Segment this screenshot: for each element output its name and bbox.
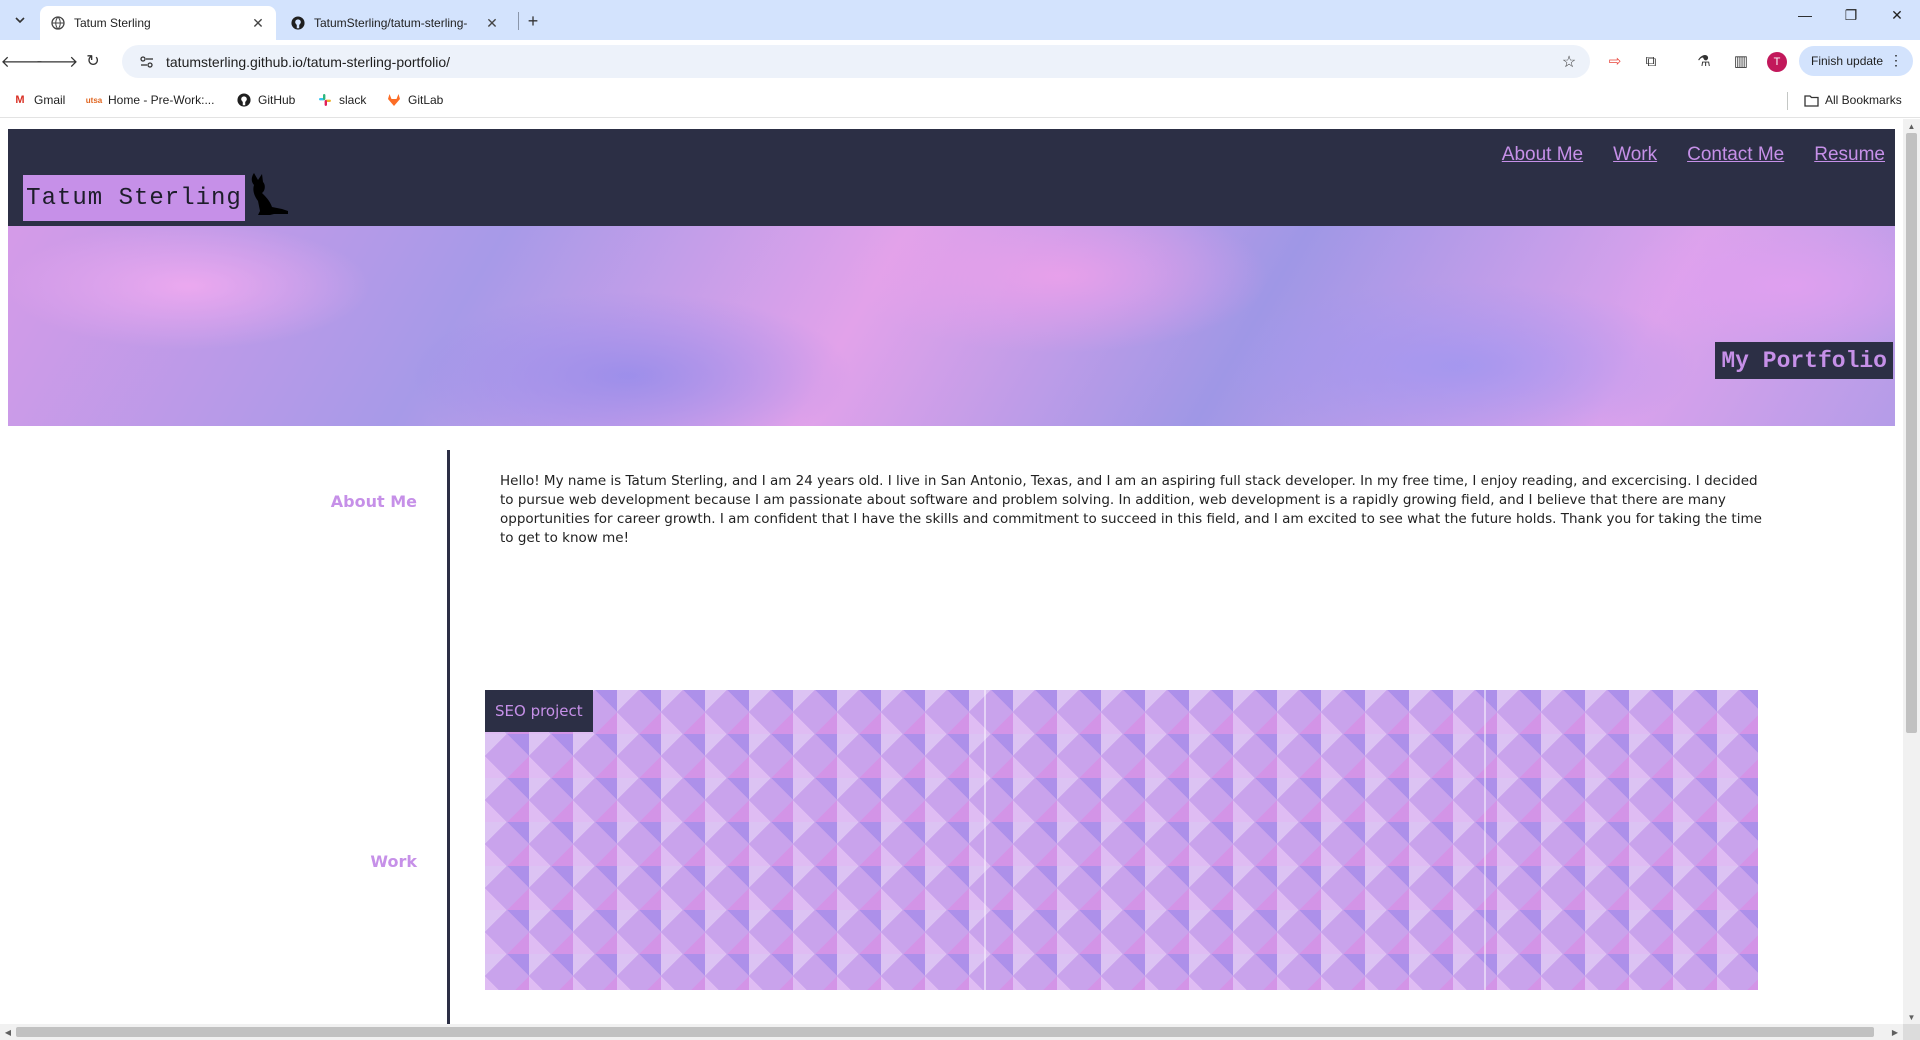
new-tab-button[interactable]: + <box>520 8 546 34</box>
tab-strip: Tatum Sterling ✕ TatumSterling/tatum-ste… <box>0 0 1920 40</box>
labs-flask-icon[interactable]: ⚗ <box>1692 49 1716 73</box>
slack-icon <box>317 92 333 108</box>
nav-link-about-me[interactable]: About Me <box>1502 144 1583 166</box>
horizontal-scrollbar[interactable]: ◀ ▶ <box>0 1024 1903 1040</box>
url-text: tatumsterling.github.io/tatum-sterling-p… <box>166 53 451 70</box>
site-header: Tatum Sterling About Me Work Contact Me … <box>8 129 1895 226</box>
tab-tatum-sterling[interactable]: Tatum Sterling ✕ <box>40 6 276 40</box>
bookmark-label: GitHub <box>258 93 296 107</box>
bookmarks-separator <box>1787 92 1788 110</box>
bookmark-label: Gmail <box>34 93 66 107</box>
scroll-up-arrow-icon[interactable]: ▲ <box>1903 119 1920 133</box>
profile-avatar[interactable]: T <box>1767 52 1787 72</box>
globe-icon <box>50 15 66 31</box>
site-logo: Tatum Sterling <box>23 175 245 221</box>
chevron-down-icon <box>15 17 25 24</box>
image-seam <box>984 690 986 990</box>
forward-button[interactable]: 🡒 <box>36 47 79 75</box>
bookmark-gmail[interactable]: M Gmail <box>12 90 65 110</box>
utsa-icon: utsa <box>85 95 103 105</box>
side-panel-icon[interactable]: ▥ <box>1729 49 1753 73</box>
github-icon <box>290 15 306 31</box>
browser-toolbar: 🡐 🡒 ↻ tatumsterling.github.io/tatum-ster… <box>0 40 1920 82</box>
work-project-card-seo[interactable]: SEO project <box>485 690 1758 990</box>
finish-update-label: Finish update <box>1811 54 1884 68</box>
hero-banner: My Portfolio <box>8 226 1895 426</box>
minimize-button[interactable]: — <box>1782 0 1828 30</box>
tab-title: Tatum Sterling <box>74 16 151 30</box>
bookmarks-bar: M Gmail utsa Home - Pre-Work:... GitHub … <box>0 82 1920 118</box>
main-nav: About Me Work Contact Me Resume <box>1502 144 1885 166</box>
bookmark-label: GitLab <box>408 93 444 107</box>
reload-button[interactable]: ↻ <box>79 47 107 75</box>
gitlab-icon <box>386 92 402 108</box>
restore-button[interactable]: ❐ <box>1828 0 1874 30</box>
close-icon[interactable]: ✕ <box>250 15 266 31</box>
tab-github-repo[interactable]: TatumSterling/tatum-sterling- ✕ <box>280 6 510 40</box>
bookmark-label: slack <box>339 93 367 107</box>
scroll-left-arrow-icon[interactable]: ◀ <box>0 1024 16 1040</box>
close-window-button[interactable]: ✕ <box>1874 0 1920 30</box>
address-bar[interactable]: tatumsterling.github.io/tatum-sterling-p… <box>122 45 1590 78</box>
bookmark-slack[interactable]: slack <box>317 90 366 110</box>
bookmark-gitlab[interactable]: GitLab <box>386 90 443 110</box>
image-seam <box>1484 690 1486 990</box>
gmail-icon: M <box>15 94 25 106</box>
nav-link-resume[interactable]: Resume <box>1814 144 1885 166</box>
scroll-right-arrow-icon[interactable]: ▶ <box>1887 1024 1903 1040</box>
scroll-down-arrow-icon[interactable]: ▼ <box>1903 1010 1920 1024</box>
vertical-scroll-thumb[interactable] <box>1906 133 1917 733</box>
horizontal-scroll-thumb[interactable] <box>16 1027 1874 1037</box>
more-menu-icon: ⋮ <box>1889 52 1903 68</box>
scrollbar-corner <box>1903 1024 1920 1040</box>
section-label-about-me: About Me <box>330 492 417 511</box>
bookmark-label: All Bookmarks <box>1825 93 1902 107</box>
bookmark-label: Home - Pre-Work:... <box>108 93 215 107</box>
page-viewport: Tatum Sterling About Me Work Contact Me … <box>0 119 1903 1024</box>
finish-update-button[interactable]: Finish update ⋮ <box>1799 46 1913 76</box>
bookmark-github[interactable]: GitHub <box>236 90 295 110</box>
site-info-icon[interactable] <box>132 55 162 69</box>
close-icon[interactable]: ✕ <box>484 15 500 31</box>
back-button[interactable]: 🡐 <box>1 47 44 75</box>
section-label-work: Work <box>370 852 417 871</box>
hero-title: My Portfolio <box>1715 342 1893 379</box>
vertical-scrollbar[interactable]: ▲ ▼ <box>1903 119 1920 1024</box>
extensions-puzzle-icon[interactable]: ⧉ <box>1639 49 1663 73</box>
section-divider <box>447 450 450 1024</box>
tab-search-button[interactable] <box>8 8 32 32</box>
tab-separator <box>518 12 519 30</box>
github-icon <box>236 92 252 108</box>
about-me-text: Hello! My name is Tatum Sterling, and I … <box>500 473 1762 546</box>
nav-link-contact-me[interactable]: Contact Me <box>1687 144 1784 166</box>
folder-icon <box>1803 92 1819 108</box>
all-bookmarks-button[interactable]: All Bookmarks <box>1803 90 1902 110</box>
tab-title: TatumSterling/tatum-sterling- <box>314 16 468 30</box>
cat-icon <box>251 173 288 215</box>
extension-arrow-icon[interactable]: ⇨ <box>1603 49 1627 73</box>
nav-link-work[interactable]: Work <box>1613 144 1657 166</box>
work-project-title: SEO project <box>485 690 593 732</box>
bookmark-home-prework[interactable]: utsa Home - Pre-Work:... <box>85 90 215 110</box>
bookmark-star-icon[interactable]: ☆ <box>1558 51 1580 73</box>
